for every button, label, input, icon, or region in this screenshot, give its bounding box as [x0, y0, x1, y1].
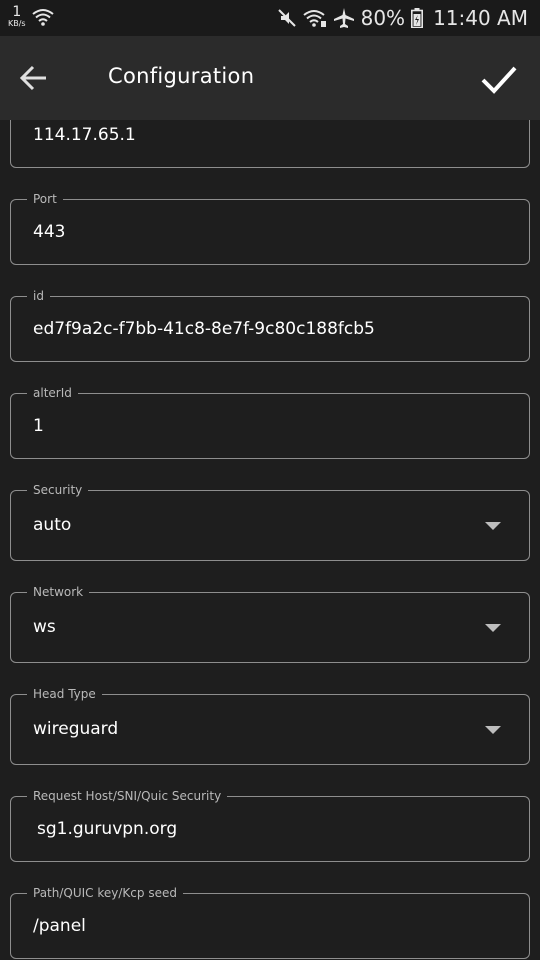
network-speed-value: 1	[12, 4, 22, 20]
arrow-back-icon	[19, 65, 46, 91]
check-icon	[481, 66, 517, 94]
battery-icon	[411, 8, 424, 28]
airplane-icon	[333, 8, 354, 28]
page-title: Configuration	[108, 64, 255, 88]
head-type-value: wireguard	[33, 719, 119, 739]
id-value: ed7f9a2c-f7bb-41c8-8e7f-9c80c188fcb5	[33, 319, 375, 339]
back-button[interactable]	[18, 62, 50, 94]
security-label: Security	[27, 482, 89, 498]
alterid-label: alterId	[27, 385, 78, 401]
head-type-label: Head Type	[27, 686, 102, 702]
chevron-down-icon	[485, 726, 501, 734]
security-value: auto	[33, 515, 72, 535]
alterid-value: 1	[33, 416, 44, 436]
network-speed-unit: KB/s	[8, 19, 26, 28]
wifi-icon	[31, 8, 54, 26]
alterid-field[interactable]: alterId 1	[10, 385, 530, 459]
id-label: id	[27, 288, 50, 304]
request-host-field[interactable]: Request Host/SNI/Quic Security sg1.guruv…	[10, 788, 530, 862]
port-field[interactable]: Port 443	[10, 191, 530, 265]
request-host-label: Request Host/SNI/Quic Security	[27, 788, 228, 804]
path-label: Path/QUIC key/Kcp seed	[27, 885, 183, 901]
head-type-dropdown[interactable]: Head Type wireguard	[10, 686, 530, 765]
port-label: Port	[27, 191, 63, 207]
status-left: 1 KB/s	[8, 5, 54, 28]
status-right: 80% 11:40 AM	[277, 4, 528, 32]
status-bar: 1 KB/s 80% 11:40 AM	[0, 0, 540, 36]
address-value: 114.17.65.1	[33, 125, 136, 145]
app-bar: Configuration	[0, 36, 540, 120]
port-value: 443	[33, 222, 66, 242]
status-time: 11:40 AM	[433, 6, 528, 30]
mute-icon	[277, 9, 296, 27]
path-value: /panel	[33, 916, 86, 936]
network-speed: 1 KB/s	[8, 5, 26, 28]
wifi-calling-icon	[302, 10, 326, 27]
id-field[interactable]: id ed7f9a2c-f7bb-41c8-8e7f-9c80c188fcb5	[10, 288, 530, 362]
chevron-down-icon	[485, 522, 501, 530]
chevron-down-icon	[485, 624, 501, 632]
network-dropdown[interactable]: Network ws	[10, 584, 530, 663]
save-button[interactable]	[480, 60, 518, 98]
security-dropdown[interactable]: Security auto	[10, 482, 530, 561]
network-value: ws	[33, 617, 56, 637]
path-field[interactable]: Path/QUIC key/Kcp seed /panel	[10, 885, 530, 959]
request-host-value: sg1.guruvpn.org	[37, 819, 178, 839]
address-field[interactable]: 114.17.65.1	[10, 120, 530, 168]
network-label: Network	[27, 584, 90, 600]
battery-percent: 80%	[360, 6, 406, 30]
config-form: 114.17.65.1 Port 443 id ed7f9a2c-f7bb-41…	[0, 120, 540, 960]
